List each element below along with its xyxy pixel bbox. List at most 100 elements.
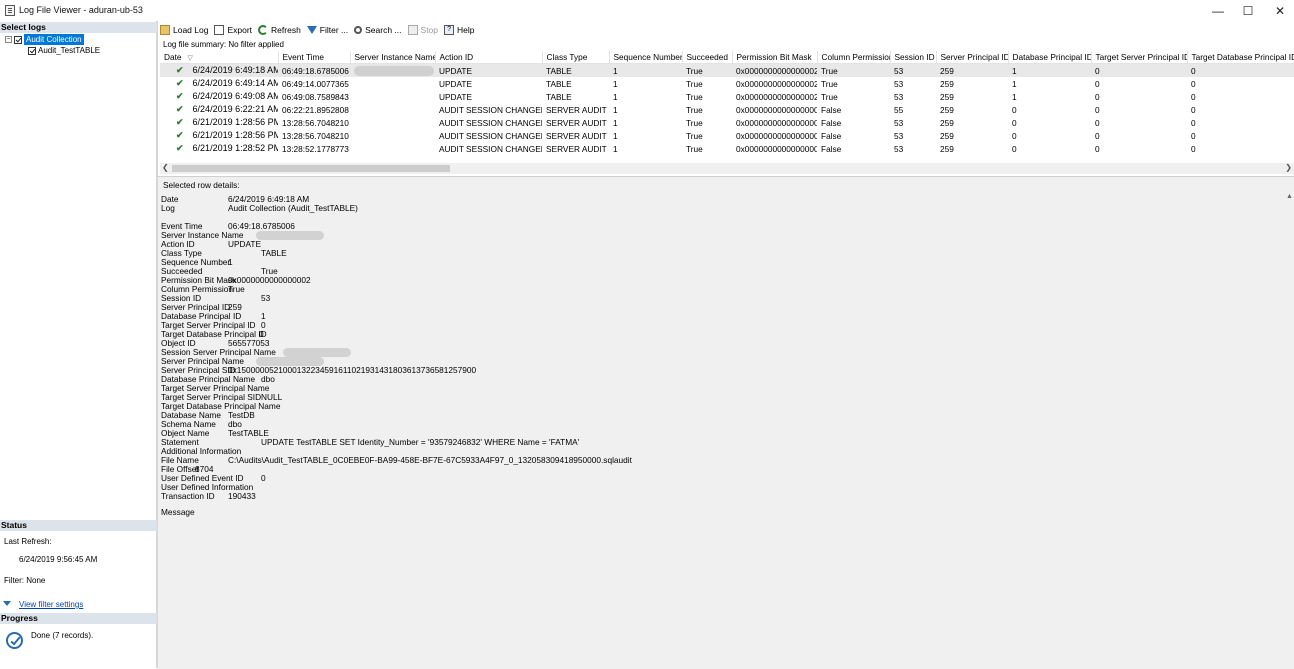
export-icon: [214, 25, 225, 35]
table-cell: AUDIT SESSION CHANGED: [439, 130, 542, 141]
table-row[interactable]: ✔ 6/21/2019 1:28:56 PM 13:28:56.7048210 AUD…: [160, 129, 1294, 142]
tree-item-label: Audit_TestTABLE: [38, 46, 101, 55]
table-row[interactable]: ✔ 6/21/2019 1:28:52 PM 13:28:52.1778773 AUD…: [160, 142, 1294, 155]
grid-body: ✔ 6/24/2019 6:49:18 AM 06:49:18.6785006 UPD…: [160, 63, 1294, 156]
scroll-up-icon[interactable]: ▲: [1286, 193, 1293, 200]
detail-value: 0: [261, 473, 266, 483]
column-header[interactable]: Server Principal ID: [936, 51, 1009, 64]
table-row[interactable]: ✔ 6/24/2019 6:49:14 AM 06:49:14.0077365 UPD…: [160, 77, 1294, 90]
table-cell: 1: [613, 78, 618, 89]
table-cell: AUDIT SESSION CHANGED: [439, 117, 542, 128]
table-cell: 0x0000000000000000: [736, 104, 817, 115]
collapse-icon[interactable]: −: [5, 36, 12, 43]
column-header[interactable]: Event Time: [278, 51, 351, 64]
table-cell: True: [686, 104, 703, 115]
table-cell: TABLE: [542, 63, 609, 77]
tree-item-label: Audit Collection: [24, 34, 84, 45]
maximize-button[interactable]: ☐: [1232, 0, 1264, 21]
table-cell: 1: [613, 104, 618, 115]
search-button[interactable]: Search ...: [354, 22, 402, 38]
table-cell: TABLE: [546, 91, 572, 102]
export-button[interactable]: Export: [214, 22, 252, 38]
last-refresh-value: 6/24/2019 9:56:45 AM: [19, 555, 98, 564]
table-cell: SERVER AUDIT: [546, 104, 607, 115]
table-cell: 0: [1187, 63, 1294, 77]
scroll-left-icon[interactable]: ❮: [162, 163, 169, 172]
table-cell: 0: [1012, 117, 1017, 128]
column-header[interactable]: Sequence Number: [609, 51, 683, 64]
success-check-icon: ✔: [176, 117, 184, 127]
filter-button[interactable]: Filter ...: [306, 22, 348, 38]
table-cell: True: [686, 91, 703, 102]
table-cell-date: ✔ 6/24/2019 6:22:21 AM: [160, 103, 278, 116]
date-text: 6/24/2019 6:49:18 AM: [192, 65, 278, 75]
help-button[interactable]: ? Help: [444, 22, 475, 38]
toolbar: Load Log Export Refresh Filter ... Searc…: [160, 22, 1294, 38]
column-header[interactable]: Succeeded: [682, 51, 733, 64]
column-header[interactable]: Session ID: [890, 51, 937, 64]
detail-value: 1: [228, 257, 233, 267]
sort-filter-icon[interactable]: ▽: [188, 55, 193, 62]
load-log-button[interactable]: Load Log: [160, 22, 208, 38]
left-pane: Select logs − Audit Collection Audit_Tes…: [0, 21, 158, 668]
checkbox-checked-icon[interactable]: [14, 35, 22, 44]
table-cell: 0: [1095, 130, 1100, 141]
detail-value: C:\Audits\Audit_TestTABLE_0C0EBE0F-BA99-…: [228, 455, 632, 465]
close-button[interactable]: ✕: [1264, 0, 1294, 21]
table-cell: 0: [1095, 143, 1100, 154]
stop-button[interactable]: Stop: [407, 22, 438, 38]
scroll-right-icon[interactable]: ❯: [1285, 163, 1292, 172]
column-header[interactable]: Database Principal ID: [1008, 51, 1092, 64]
column-header[interactable]: Column Permission: [817, 51, 891, 64]
table-cell: 259: [940, 78, 954, 89]
detail-label: Log: [161, 203, 175, 213]
view-filter-settings-link[interactable]: View filter settings: [19, 600, 83, 609]
minimize-button[interactable]: —: [1202, 0, 1234, 21]
column-header[interactable]: Action ID: [435, 51, 543, 64]
table-cell: 06:49:14.0077365: [282, 78, 349, 89]
table-cell: True: [686, 117, 703, 128]
table-row[interactable]: ✔ 6/24/2019 6:49:18 AM 06:49:18.6785006 UPD…: [160, 63, 1294, 77]
table-row[interactable]: ✔ 6/24/2019 6:22:21 AM 06:22:21.8952808 AUD…: [160, 103, 1294, 116]
detail-value: UPDATE: [228, 239, 262, 249]
table-cell: 0x0000000000000002: [736, 78, 817, 89]
column-header[interactable]: Target Database Principal ID: [1187, 51, 1294, 64]
vertical-scrollbar[interactable]: ▲: [1284, 193, 1294, 669]
date-text: 6/21/2019 1:28:56 PM: [192, 117, 278, 127]
column-header[interactable]: Target Server Principal ID: [1091, 51, 1188, 64]
date-text: 6/24/2019 6:49:08 AM: [192, 91, 278, 101]
column-header[interactable]: Server Instance Name: [350, 51, 436, 64]
table-cell-redacted: [350, 116, 435, 129]
table-cell-date: ✔ 6/21/2019 1:28:52 PM: [160, 142, 278, 155]
detail-value: Audit Collection (Audit_TestTABLE): [228, 203, 358, 213]
table-cell: 1: [613, 91, 618, 102]
column-header[interactable]: Class Type: [542, 51, 610, 64]
table-cell: SERVER AUDIT: [546, 117, 607, 128]
checkbox-checked-icon[interactable]: [28, 46, 36, 55]
tree-item-audit-testtable[interactable]: Audit_TestTABLE: [28, 45, 100, 56]
table-cell: 1: [1012, 91, 1017, 102]
column-header[interactable]: Date ▽: [160, 51, 279, 64]
folder-icon: [160, 25, 170, 35]
tree-item-audit-collection[interactable]: − Audit Collection: [5, 34, 84, 45]
scrollbar-thumb[interactable]: [172, 165, 450, 172]
title-bar: Log File Viewer - aduran-ub-53 — ☐ ✕: [0, 0, 1294, 21]
table-cell: 55: [894, 104, 904, 115]
table-cell-redacted: [350, 90, 435, 103]
table-cell: 0x0000000000000002: [736, 91, 817, 102]
table-cell: 1: [1012, 78, 1017, 89]
table-cell: 53: [894, 130, 904, 141]
table-cell: 0: [1191, 117, 1196, 128]
table-cell: 0: [1095, 78, 1100, 89]
table-row[interactable]: ✔ 6/21/2019 1:28:56 PM 13:28:56.7048210 AUD…: [160, 116, 1294, 129]
date-text: 6/24/2019 6:49:14 AM: [192, 78, 278, 88]
table-cell: 53: [894, 117, 904, 128]
last-refresh-label: Last Refresh:: [4, 537, 52, 546]
refresh-icon: [258, 25, 269, 35]
horizontal-scrollbar[interactable]: ❮ ❯: [160, 163, 1294, 174]
table-cell: 259: [940, 104, 954, 115]
column-header[interactable]: Permission Bit Mask: [732, 51, 818, 64]
refresh-button[interactable]: Refresh: [258, 22, 301, 38]
table-row[interactable]: ✔ 6/24/2019 6:49:08 AM 06:49:08.7589843 UPD…: [160, 90, 1294, 103]
table-cell: 13:28:52.1778773: [282, 143, 349, 154]
